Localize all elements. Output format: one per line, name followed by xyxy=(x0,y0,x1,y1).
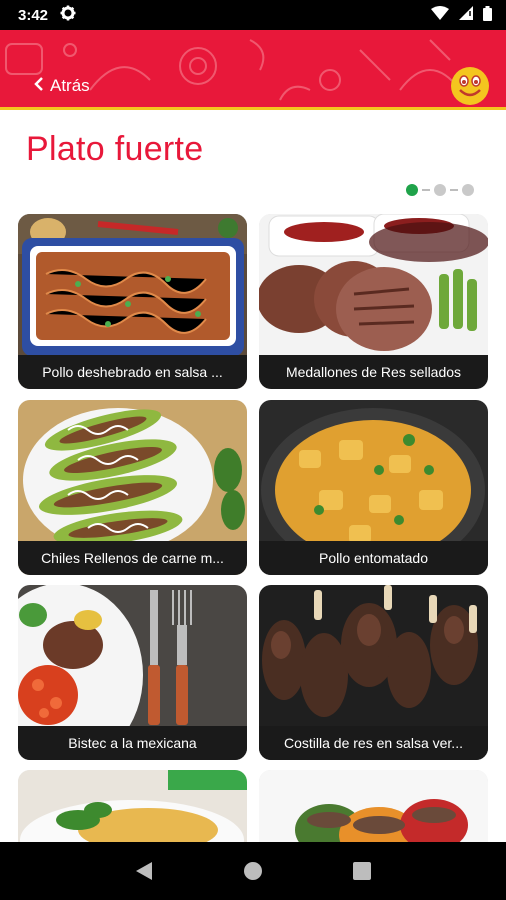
nav-back-button[interactable] xyxy=(132,859,156,883)
page-indicator xyxy=(406,184,474,196)
page-separator xyxy=(450,189,458,191)
page-title: Plato fuerte xyxy=(26,130,204,168)
dish-title: Medallones de Res sellados xyxy=(285,364,462,380)
app-header: Atrás xyxy=(0,30,506,110)
dish-photo-omelette xyxy=(18,770,247,842)
dish-title: Chiles Rellenos de carne m... xyxy=(41,550,224,566)
square-recents-icon xyxy=(352,862,371,880)
dish-card[interactable]: Pollo deshebrado en salsa ... xyxy=(18,214,247,389)
nav-home-button[interactable] xyxy=(241,859,265,883)
dish-title: Costilla de res en salsa ver... xyxy=(284,735,463,751)
circle-home-icon xyxy=(243,862,262,880)
chevron-left-icon xyxy=(34,76,44,96)
status-bar: 3:42 xyxy=(0,0,506,30)
system-nav-bar xyxy=(0,842,506,900)
settings-gear-icon xyxy=(60,5,76,25)
dish-photo-stuffed-peppers xyxy=(259,770,488,842)
dish-title: Bistec a la mexicana xyxy=(68,735,197,751)
dish-card[interactable]: Costilla de res en salsa ver... xyxy=(259,585,488,760)
dish-card[interactable]: Bistec a la mexicana xyxy=(18,585,247,760)
nav-recents-button[interactable] xyxy=(350,859,374,883)
dish-card[interactable] xyxy=(259,770,488,842)
page-separator xyxy=(422,189,430,191)
page-dot-3[interactable] xyxy=(462,184,474,196)
dish-card[interactable] xyxy=(18,770,247,842)
dish-card[interactable]: Medallones de Res sellados xyxy=(259,214,488,389)
back-button[interactable]: Atrás xyxy=(34,76,90,96)
food-doodles-pattern xyxy=(5,39,461,101)
wifi-icon xyxy=(431,6,449,24)
dish-title: Pollo deshebrado en salsa ... xyxy=(42,364,223,380)
dish-card[interactable]: Chiles Rellenos de carne m... xyxy=(18,400,247,575)
page-dot-2[interactable] xyxy=(434,184,446,196)
dish-card[interactable]: Pollo entomatado xyxy=(259,400,488,575)
dish-grid: Pollo deshebrado en salsa ... Medallones… xyxy=(18,214,488,842)
battery-icon xyxy=(483,5,492,25)
page-dot-1[interactable] xyxy=(406,184,418,196)
signal-icon xyxy=(459,6,473,24)
back-label: Atrás xyxy=(50,76,90,95)
dish-title: Pollo entomatado xyxy=(319,550,428,566)
app-logo-smiley-icon[interactable] xyxy=(450,66,490,106)
status-time: 3:42 xyxy=(18,6,49,24)
triangle-back-icon xyxy=(136,862,153,880)
